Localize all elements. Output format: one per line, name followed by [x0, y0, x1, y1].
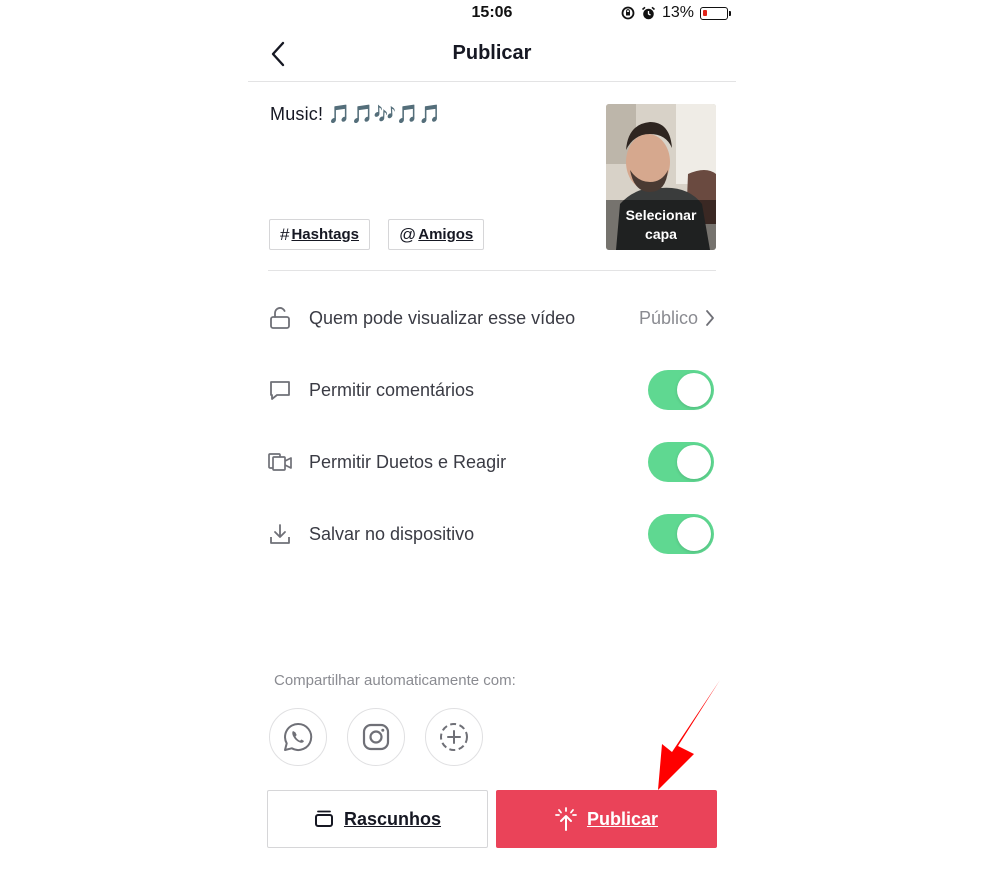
page-title: Publicar [452, 42, 532, 64]
share-whatsapp-button[interactable] [269, 708, 327, 766]
battery-percent: 13% [661, 4, 694, 21]
alarm-icon [641, 6, 655, 19]
publish-button[interactable]: Publicar [496, 790, 717, 848]
save-toggle[interactable] [648, 514, 714, 554]
publish-label: Publicar [586, 808, 659, 829]
drafts-button[interactable]: Rascunhos [267, 790, 488, 848]
hashtags-button[interactable]: # Hashtags [269, 219, 370, 250]
chevron-right-icon [706, 310, 714, 326]
annotation-arrow-icon [658, 680, 720, 790]
rotation-lock-icon [621, 6, 635, 20]
hashtag-icon: # [280, 224, 290, 244]
share-instagram-button[interactable] [347, 708, 405, 766]
save-setting-row: Salvar no dispositivo [268, 514, 716, 554]
privacy-label: Quem pode visualizar esse vídeo [309, 307, 576, 328]
save-label: Salvar no dispositivo [309, 523, 475, 544]
instagram-icon [362, 723, 390, 751]
divider [268, 270, 716, 271]
whatsapp-icon [284, 722, 313, 751]
comments-toggle[interactable] [648, 370, 714, 410]
duet-toggle[interactable] [648, 442, 714, 482]
privacy-setting-row[interactable]: Quem pode visualizar esse vídeo Público [268, 298, 716, 338]
comment-icon [268, 378, 292, 402]
unlock-icon [268, 306, 292, 330]
comments-setting-row: Permitir comentários [268, 370, 716, 410]
select-cover-button[interactable]: Selecionar capa [606, 104, 716, 250]
at-icon: @ [399, 224, 417, 244]
mention-friends-button[interactable]: @ Amigos [388, 219, 485, 250]
add-share-icon [440, 723, 468, 751]
select-cover-label: Selecionar capa [606, 200, 716, 250]
privacy-value: Público [638, 307, 698, 328]
comments-label: Permitir comentários [309, 379, 475, 400]
publish-icon [555, 807, 577, 831]
caption-input[interactable]: Music! 🎵🎵🎶🎵🎵 [270, 104, 441, 125]
drafts-label: Rascunhos [343, 808, 442, 829]
share-add-button[interactable] [425, 708, 483, 766]
status-icons: 13% [621, 4, 731, 22]
share-label: Compartilhar automaticamente com: [274, 672, 516, 689]
mention-friends-label: Amigos [418, 226, 474, 243]
duet-setting-row: Permitir Duetos e Reagir [268, 442, 716, 482]
duet-label: Permitir Duetos e Reagir [309, 451, 507, 472]
drafts-icon [314, 810, 333, 827]
battery-icon [700, 6, 731, 20]
duet-icon [268, 450, 292, 474]
header: Publicar [248, 28, 736, 82]
download-icon [268, 522, 292, 546]
hashtags-label: Hashtags [291, 226, 359, 243]
